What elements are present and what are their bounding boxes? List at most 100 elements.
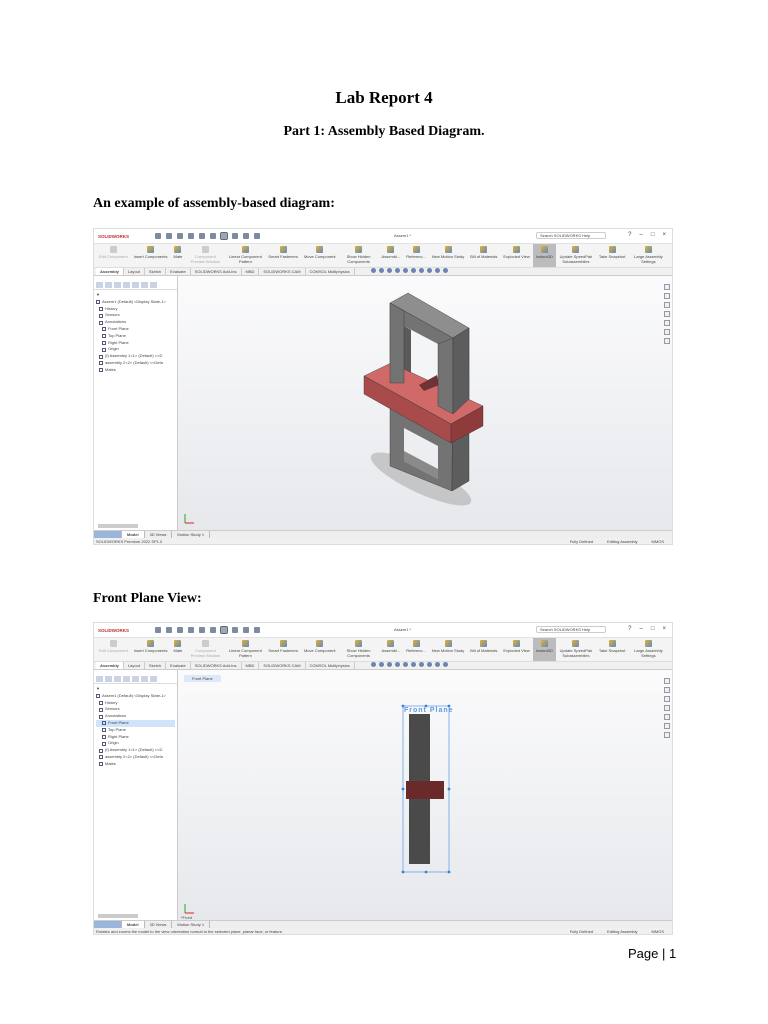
view-tool-icon[interactable] (387, 268, 392, 273)
undo-icon[interactable] (210, 627, 216, 633)
bottom-tab[interactable]: 3D Views (145, 531, 173, 538)
ribbon-button[interactable]: Exploded View (500, 244, 532, 267)
tree-item[interactable]: Origin (96, 346, 175, 353)
view-tool-icon[interactable] (427, 268, 432, 273)
status-field[interactable]: MMGS (652, 538, 664, 544)
ribbon-button[interactable]: Mate (170, 638, 185, 661)
tree-item[interactable]: Assem1 (Default) <Display State-1> (96, 693, 175, 700)
bottom-tab[interactable]: Motion Study 1 (172, 921, 211, 928)
panel-tab-icon[interactable] (123, 282, 130, 288)
tab[interactable]: Assembly (96, 662, 124, 669)
ribbon-button[interactable]: Referenc... (403, 638, 429, 661)
ribbon-button[interactable]: Assembl... (379, 638, 404, 661)
bottom-tab[interactable]: Model (122, 531, 145, 538)
home-icon[interactable] (155, 233, 161, 239)
search-input[interactable]: Search SOLIDWORKS Help (536, 232, 606, 239)
tab[interactable]: Evaluate (166, 662, 191, 669)
panel-tab-icon[interactable] (105, 282, 112, 288)
maximize-button[interactable]: □ (651, 626, 655, 632)
tab[interactable]: SOLIDWORKS Add-Ins (191, 662, 242, 669)
view-tool-icon[interactable] (371, 268, 376, 273)
plane-handle[interactable] (401, 870, 405, 874)
help-icon[interactable]: ? (628, 232, 631, 238)
view-tool-icon[interactable] (379, 662, 384, 667)
options-icon[interactable] (243, 233, 249, 239)
ribbon-button[interactable]: Linear Component Pattern (225, 638, 265, 661)
tree-item[interactable]: Sensors (96, 706, 175, 713)
ribbon-button[interactable]: Bill of Materials (467, 244, 500, 267)
open-icon[interactable] (177, 233, 183, 239)
ribbon-button[interactable]: Large Assembly Settings (628, 638, 668, 661)
panel-tab-icon[interactable] (141, 282, 148, 288)
tab[interactable]: COMSOL Multiphysics (306, 662, 355, 669)
panel-tab-icon[interactable] (96, 282, 103, 288)
panel-tab-icon[interactable] (132, 282, 139, 288)
view-tool-icon[interactable] (443, 662, 448, 667)
view-tool-icon[interactable] (403, 662, 408, 667)
bottom-tab[interactable]: Model (122, 921, 145, 928)
ribbon-button[interactable]: Instant3D (532, 638, 556, 661)
help-icon[interactable]: ? (628, 626, 631, 632)
tab[interactable]: Layout (124, 662, 145, 669)
ribbon-button[interactable]: Assembl... (379, 244, 404, 267)
maximize-button[interactable]: □ (651, 232, 655, 238)
tree-item[interactable]: Annotations (96, 319, 175, 326)
tab[interactable]: MBD (242, 662, 260, 669)
tab[interactable]: COMSOL Multiphysics (306, 268, 355, 275)
view-tool-icon[interactable] (419, 662, 424, 667)
tree-item[interactable]: Annotations (96, 713, 175, 720)
tree-item[interactable]: Top Plane (96, 727, 175, 734)
ribbon-button[interactable]: Move Component (301, 638, 339, 661)
ribbon-button[interactable]: New Motion Study (429, 244, 467, 267)
panel-tab-icon[interactable] (114, 676, 121, 682)
tree-item[interactable]: Front Plane (96, 719, 175, 727)
tab[interactable]: MBD (242, 268, 260, 275)
save-icon[interactable] (188, 627, 194, 633)
panel-tab-icon[interactable] (132, 676, 139, 682)
undo-icon[interactable] (210, 233, 216, 239)
tree-item[interactable]: Right Plane (96, 340, 175, 347)
horizontal-scrollbar[interactable] (98, 914, 138, 918)
panel-tab-icon[interactable] (150, 676, 157, 682)
ribbon-button[interactable]: New Motion Study (429, 638, 467, 661)
minimize-button[interactable]: – (640, 232, 643, 238)
panel-tab-icon[interactable] (141, 676, 148, 682)
tree-item[interactable]: Right Plane (96, 734, 175, 741)
rebuild-icon[interactable] (232, 627, 238, 633)
view-tool-icon[interactable] (371, 662, 376, 667)
ribbon-button[interactable]: Update SpeedPak Subassemblies (556, 638, 596, 661)
plane-handle[interactable] (424, 870, 428, 874)
view-tool-icon[interactable] (403, 268, 408, 273)
ribbon-button[interactable]: Linear Component Pattern (225, 244, 265, 267)
ribbon-button[interactable]: Component Preview Window (185, 244, 225, 267)
view-tool-icon[interactable] (395, 662, 400, 667)
ribbon-button[interactable]: Bill of Materials (467, 638, 500, 661)
tree-item[interactable]: Mates (96, 367, 175, 374)
ribbon-button[interactable]: Edit Component (96, 638, 131, 661)
new-icon[interactable] (166, 627, 172, 633)
view-tool-icon[interactable] (435, 268, 440, 273)
plane-handle[interactable] (401, 787, 405, 791)
ribbon-button[interactable]: Mate (170, 244, 185, 267)
view-tool-icon[interactable] (427, 662, 432, 667)
filter-icon[interactable]: ▼ (96, 292, 175, 299)
tree-item[interactable]: History (96, 306, 175, 313)
filter-icon[interactable]: ▼ (96, 686, 175, 693)
ribbon-button[interactable]: Move Component (301, 244, 339, 267)
view-tool-icon[interactable] (411, 662, 416, 667)
tree-item[interactable]: (f) Assembly 1<1> (Default) <<D (96, 353, 175, 360)
panel-tab-icon[interactable] (105, 676, 112, 682)
tree-item[interactable]: assembly 2<2> (Default) <<Defa (96, 360, 175, 367)
view-tool-icon[interactable] (387, 662, 392, 667)
tab[interactable]: SOLIDWORKS CAM (259, 662, 306, 669)
save-icon[interactable] (188, 233, 194, 239)
ribbon-button[interactable]: Show Hidden Components (339, 244, 379, 267)
ribbon-button[interactable]: Take Snapshot (596, 244, 628, 267)
view-tool-icon[interactable] (443, 268, 448, 273)
tab[interactable]: Layout (124, 268, 145, 275)
select-icon[interactable] (220, 232, 228, 240)
plane-handle[interactable] (447, 787, 451, 791)
tab[interactable]: Assembly (96, 268, 124, 275)
tab[interactable]: SOLIDWORKS CAM (259, 268, 306, 275)
print-icon[interactable] (199, 627, 205, 633)
